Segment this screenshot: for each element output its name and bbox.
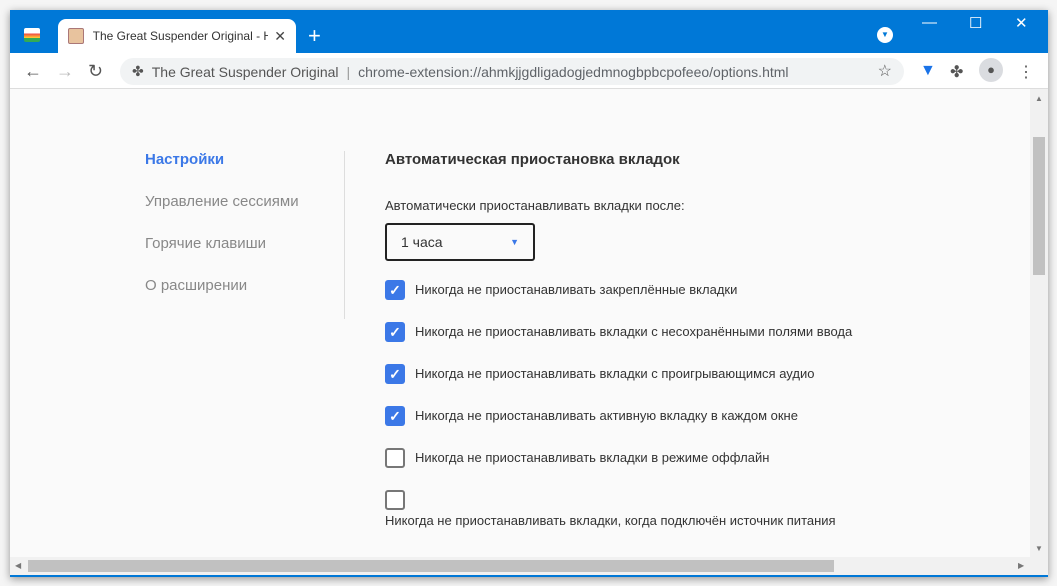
tab-search-icon[interactable]: ▼: [877, 27, 893, 43]
pinned-tab-store-icon[interactable]: [24, 28, 40, 42]
browser-window: The Great Suspender Original - H ✕ + ▼ —…: [10, 10, 1048, 577]
scroll-down-icon[interactable]: ▼: [1035, 544, 1043, 553]
omnibox-separator: |: [346, 63, 351, 80]
scroll-left-icon[interactable]: ◀: [15, 561, 21, 570]
option-label: Никогда не приостанавливать вкладки в ре…: [415, 450, 770, 465]
option-label: Никогда не приостанавливать вкладки с пр…: [415, 366, 815, 381]
tab-bar: The Great Suspender Original - H ✕ + ▼ —…: [10, 10, 1048, 53]
profile-avatar-icon[interactable]: ●: [979, 58, 1003, 82]
close-window-button[interactable]: ✕: [1015, 14, 1028, 32]
sidebar-item-sessions[interactable]: Управление сессиями: [145, 193, 344, 235]
maximize-button[interactable]: ☐: [969, 14, 982, 32]
option-checkbox-row[interactable]: ✓ Никогда не приостанавливать вкладки с н…: [385, 321, 925, 343]
page-content: Настройки Управление сессиями Горячие кл…: [10, 89, 1030, 557]
section-heading: Автоматическая приостановка вкладок: [385, 151, 680, 168]
scroll-right-icon[interactable]: ▶: [1018, 561, 1024, 570]
option-label: Никогда не приостанавливать закреплённые…: [415, 282, 738, 297]
extension-puzzle-icon: ✤: [132, 63, 144, 79]
checkbox-unchecked[interactable]: [385, 490, 405, 510]
vertical-scrollbar[interactable]: ▲ ▼: [1030, 89, 1048, 557]
omnibox-site: The Great Suspender Original: [151, 63, 339, 80]
sidebar-item-hotkeys[interactable]: Горячие клавиши: [145, 235, 344, 277]
sidebar-item-settings[interactable]: Настройки: [145, 151, 344, 193]
option-checkbox-row[interactable]: ✓ Никогда не приостанавливать активную вк…: [385, 405, 925, 427]
new-tab-button[interactable]: +: [308, 23, 321, 49]
toolbar: ← → ↻ ✤ The Great Suspender Original | c…: [10, 53, 1048, 89]
omnibox[interactable]: ✤ The Great Suspender Original | chrome-…: [120, 58, 904, 85]
reload-icon[interactable]: ↻: [88, 61, 103, 82]
settings-main: Автоматическая приостановка вкладок Авто…: [385, 151, 925, 552]
checkbox-checked[interactable]: ✓: [385, 280, 405, 300]
suspend-time-select[interactable]: 1 часа ▼: [385, 223, 535, 261]
option-checkbox-row[interactable]: ✓ Никогда не приостанавливать вкладки с п…: [385, 363, 925, 385]
suspend-after-label: Автоматически приостанавливать вкладки п…: [385, 198, 685, 213]
tab-active[interactable]: The Great Suspender Original - H ✕: [58, 19, 296, 53]
sidebar: Настройки Управление сессиями Горячие кл…: [145, 151, 345, 319]
option-checkbox-row[interactable]: Никогда не приостанавливать вкладки, ког…: [385, 489, 865, 532]
omnibox-url: chrome-extension://ahmkjjgdligadogjedmno…: [358, 63, 789, 80]
bookmark-star-icon[interactable]: ☆: [878, 61, 892, 81]
back-icon[interactable]: ←: [24, 61, 42, 82]
scroll-up-icon[interactable]: ▲: [1035, 94, 1043, 103]
sidebar-item-about[interactable]: О расширении: [145, 277, 344, 319]
option-checkbox-row[interactable]: Никогда не приостанавливать вкладки в ре…: [385, 447, 925, 469]
option-label: Никогда не приостанавливать вкладки с не…: [415, 324, 853, 339]
extension-diamond-icon[interactable]: ▼: [920, 62, 936, 80]
tab-title: The Great Suspender Original - H: [92, 29, 269, 43]
suspender-favicon-icon: [68, 28, 84, 44]
menu-kebab-icon[interactable]: ⋮: [1018, 62, 1034, 82]
suspend-time-value: 1 часа: [401, 234, 443, 250]
option-label: Никогда не приостанавливать вкладки, ког…: [385, 513, 836, 528]
vertical-scroll-thumb[interactable]: [1033, 137, 1045, 275]
dropdown-caret-icon: ▼: [510, 237, 519, 247]
checkbox-checked[interactable]: ✓: [385, 322, 405, 342]
checkbox-unchecked[interactable]: [385, 448, 405, 468]
horizontal-scroll-thumb[interactable]: [28, 560, 834, 572]
checkbox-checked[interactable]: ✓: [385, 364, 405, 384]
tab-close-icon[interactable]: ✕: [274, 28, 286, 45]
checkbox-checked[interactable]: ✓: [385, 406, 405, 426]
horizontal-scrollbar[interactable]: ◀ ▶: [10, 557, 1048, 575]
option-checkbox-row[interactable]: ✓ Никогда не приостанавливать закреплённы…: [385, 279, 925, 301]
option-label: Никогда не приостанавливать активную вкл…: [415, 408, 798, 423]
extensions-icon[interactable]: ✤: [950, 62, 963, 82]
minimize-button[interactable]: —: [922, 14, 937, 31]
forward-icon[interactable]: →: [56, 61, 74, 82]
